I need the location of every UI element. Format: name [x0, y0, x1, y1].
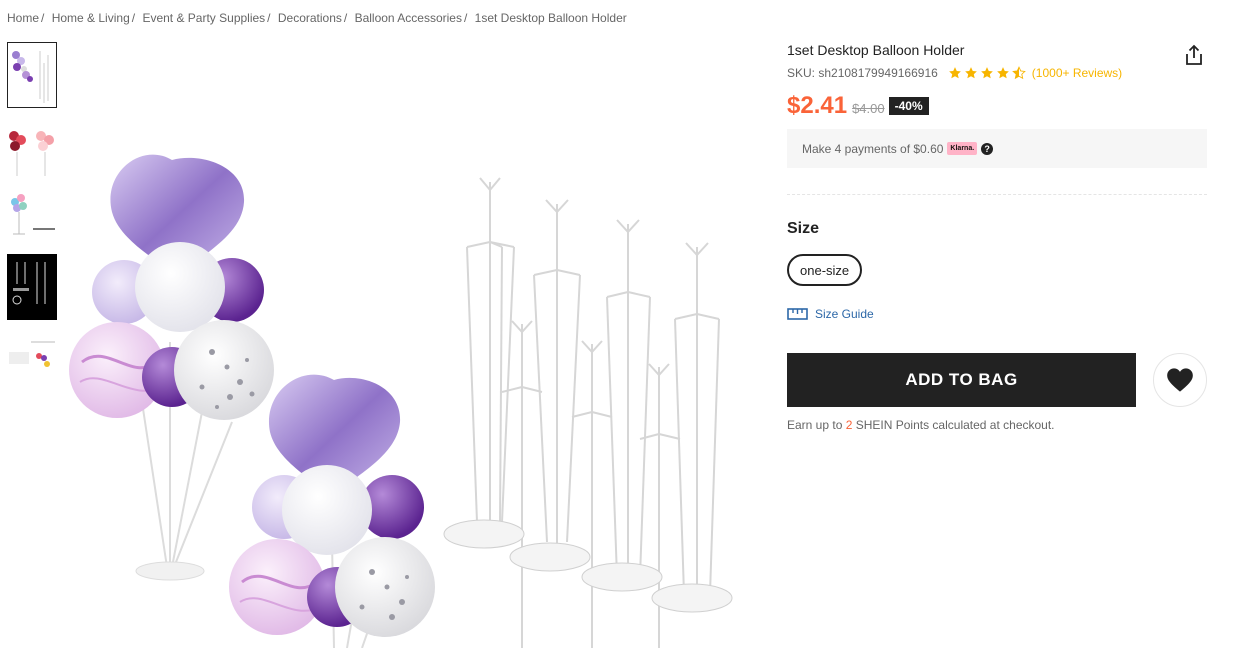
star-half-icon	[1011, 66, 1026, 80]
size-guide-link[interactable]: Size Guide	[787, 307, 874, 321]
thumbnail-2[interactable]	[7, 126, 57, 180]
help-icon[interactable]: ?	[981, 142, 994, 155]
breadcrumb-home[interactable]: Home	[7, 11, 39, 25]
star-icon	[964, 67, 977, 79]
breadcrumb-separator: /	[463, 11, 468, 25]
divider	[787, 194, 1207, 195]
original-price: $4.00	[852, 101, 885, 116]
product-title: 1set Desktop Balloon Holder	[787, 42, 965, 58]
size-label: Size	[787, 220, 820, 237]
breadcrumb-home-living[interactable]: Home & Living	[52, 11, 130, 25]
thumbnail-3[interactable]	[7, 190, 57, 244]
klarna-logo: Klarna.	[947, 142, 978, 155]
star-icon	[980, 67, 993, 79]
thumbnail-list	[7, 42, 57, 386]
breadcrumb-current: 1set Desktop Balloon Holder	[474, 11, 627, 25]
breadcrumb-separator: /	[343, 11, 348, 25]
product-main-image	[62, 42, 762, 648]
points-suffix: SHEIN Points calculated at checkout.	[852, 418, 1055, 432]
add-to-bag-button[interactable]: ADD TO BAG	[787, 353, 1136, 407]
breadcrumb-event-party[interactable]: Event & Party Supplies	[142, 11, 265, 25]
breadcrumb-separator: /	[267, 11, 271, 25]
breadcrumb-separator: /	[131, 11, 136, 25]
breadcrumb-separator: /	[41, 11, 45, 25]
share-icon[interactable]	[1184, 44, 1204, 66]
rating-stars[interactable]	[948, 66, 1026, 80]
points-prefix: Earn up to	[787, 418, 846, 432]
price-row: $2.41 $4.00 -40%	[787, 92, 929, 120]
sku-rating-row: SKU: sh2108179949166916 (1000+ Reviews)	[787, 66, 1122, 80]
ruler-icon	[787, 308, 808, 320]
breadcrumb-decorations[interactable]: Decorations	[278, 11, 342, 25]
star-icon	[948, 67, 961, 79]
wishlist-button[interactable]	[1153, 353, 1207, 407]
heart-icon	[1167, 368, 1193, 392]
thumbnail-5[interactable]	[7, 332, 57, 386]
star-icon	[996, 67, 1009, 79]
breadcrumb: Home / Home & Living / Event & Party Suppl…	[7, 11, 627, 25]
discount-badge: -40%	[888, 97, 929, 115]
klarna-banner: Make 4 payments of $0.60 Klarna. ?	[787, 129, 1207, 168]
klarna-text: Make 4 payments of $0.60	[802, 141, 944, 156]
size-option-one-size[interactable]: one-size	[787, 254, 863, 286]
thumbnail-4[interactable]	[7, 254, 57, 320]
points-text: Earn up to 2 SHEIN Points calculated at …	[787, 418, 1055, 432]
thumbnail-1[interactable]	[7, 42, 57, 108]
breadcrumb-balloon-accessories[interactable]: Balloon Accessories	[355, 11, 462, 25]
sale-price: $2.41	[787, 92, 848, 119]
sku-text: SKU: sh2108179949166916	[787, 66, 938, 80]
size-guide-label: Size Guide	[815, 307, 874, 321]
reviews-link[interactable]: (1000+ Reviews)	[1032, 66, 1122, 80]
